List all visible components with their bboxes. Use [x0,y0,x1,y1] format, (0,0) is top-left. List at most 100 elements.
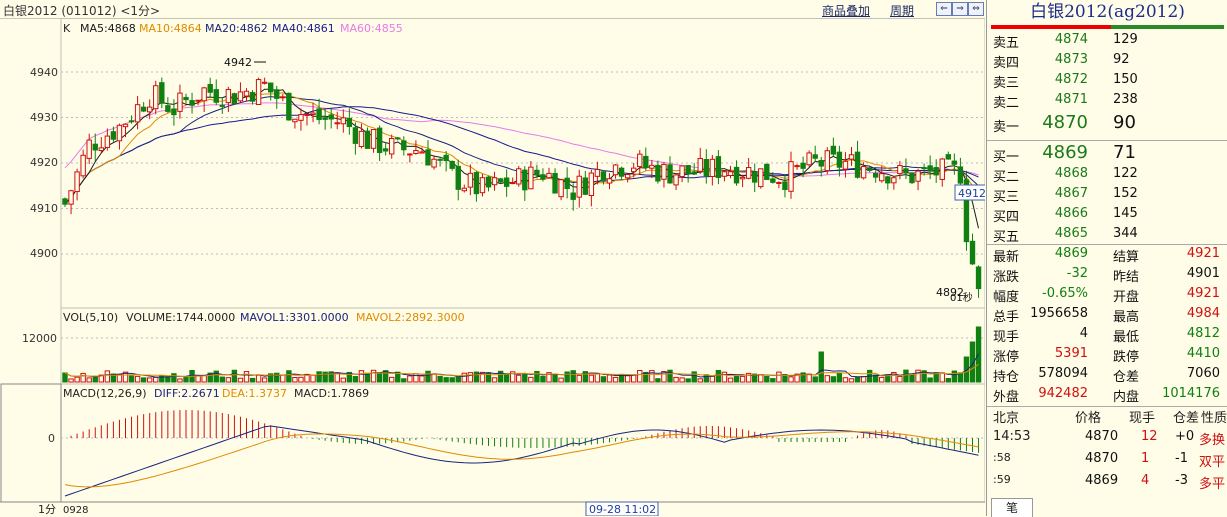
candle-body [165,105,171,112]
macd-diff: DIFF:2.2671 [154,387,220,400]
stat-label: 内盘 [1113,390,1140,405]
overlay-commodity-link[interactable]: 商品叠加 [822,2,870,19]
volume-bar [830,376,837,383]
volume-bar [721,371,728,383]
macd-title: MACD(12,26,9) [63,387,147,400]
candle-body [812,154,818,159]
volume-bar [788,376,794,383]
volume-bar [473,371,480,383]
candle-body [582,177,588,195]
candle-body [649,164,655,169]
candle-body [606,178,613,184]
volume-bar [503,373,510,383]
candle-body [733,166,740,184]
stat-value: 5391 [1054,346,1088,361]
period-link[interactable]: 周期 [890,2,914,19]
bid-price: 4868 [1054,166,1088,181]
nav-expand-button[interactable]: ⇔ [968,2,984,16]
cursor-price-label: 4912 [958,187,985,200]
candle-body [292,118,298,123]
candle-body [207,83,213,93]
volume-bar [310,374,316,383]
candle-body [201,87,207,102]
candle-body [503,177,510,187]
stat-label: 昨结 [1113,270,1140,285]
candle-body [92,143,98,151]
ask1-volume: 90 [1113,112,1136,133]
candle-body [68,190,74,205]
stat-label: 持仓 [993,370,1020,385]
bid-price: 4865 [1054,226,1088,241]
volume-bar [286,370,292,383]
stats-row: 涨跌 -32 昨结 4901 [987,266,1227,286]
stat-label: 涨跌 [993,270,1020,285]
volume-bar [818,351,824,383]
candle-body [280,96,286,99]
volume-bar [243,371,250,383]
bid-label: 买四 [993,210,1020,225]
candle-body [873,172,879,178]
volume-bar [340,377,347,383]
candle-body [358,130,365,148]
macd-lines [64,425,979,497]
tick-nature: 双平 [1199,455,1226,470]
candle-body [764,163,770,181]
candle-body [903,168,909,174]
volume-bar [219,376,226,383]
bid1-price: 4869 [1042,142,1088,163]
candle-body [376,127,383,154]
stat-label: 最高 [1113,310,1140,325]
tick-row[interactable]: :59 4869 4 -3 多平 [987,473,1227,495]
nav-left-button[interactable]: ⇐ [936,2,952,16]
candle-body [213,89,219,103]
volume-bar [419,375,425,383]
volume-bar [358,370,365,383]
candle-body [159,82,165,104]
candle-body [897,165,903,175]
tick-diff: -3 [1175,473,1188,488]
candle-body [461,187,468,192]
volume-bar [491,377,498,383]
candle-body [340,117,347,125]
candle-body [134,104,141,123]
tick-header-time: 北京 [993,411,1020,426]
volume-bar [624,374,631,383]
volume-bar [401,378,407,383]
candle-body [286,92,292,121]
seconds-label: 01秒 [950,291,973,304]
candle-body [183,96,189,101]
stat-value: -0.65% [1042,286,1088,301]
volume-bar [612,376,619,383]
volume-bar [927,377,933,383]
candle-body [219,104,226,107]
stats-divider [987,244,1227,245]
volume-bar [153,376,159,383]
candle-body [195,99,201,102]
tick-row[interactable]: :58 4870 1 -1 双平 [987,451,1227,473]
nav-right-button[interactable]: ⇒ [952,2,968,16]
candle-body [848,154,855,160]
candle-body [74,171,80,193]
tick-header-nature: 性质 [1201,411,1227,426]
candlesticks [62,77,982,298]
stat-value: 4921 [1186,286,1220,301]
candle-body [407,153,413,156]
volume-bar [812,376,818,383]
candle-body [62,198,68,205]
volume-bar [255,374,262,383]
tick-row[interactable]: 14:53 4870 12 +0 多换 [987,429,1227,451]
candle-body [806,152,812,166]
candle-body [552,172,558,194]
volume-bar [177,378,183,383]
volume-bar [389,376,395,383]
tick-diff: -1 [1175,451,1188,466]
ask-row-2: 卖二 4871 238 [987,92,1227,112]
tab-ticks[interactable]: 笔 [991,498,1033,517]
stat-value: 4984 [1186,306,1220,321]
candle-body [885,176,891,184]
candle-body [933,167,939,176]
volume-bar [909,374,915,383]
kline-chart[interactable]: 4940 4930 4920 4910 4900 K MA5:4868 MA10… [0,18,985,516]
vol-value: VOLUME:1744.0000 [126,311,235,324]
stat-value: 578094 [1038,366,1088,381]
